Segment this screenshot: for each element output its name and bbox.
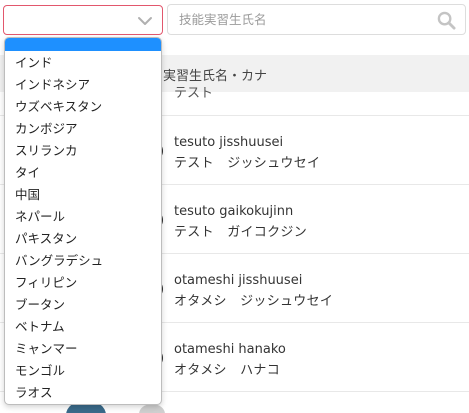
dropdown-option[interactable]: タイ	[5, 162, 161, 184]
dropdown-option[interactable]: ベトナム	[5, 316, 161, 338]
dropdown-option[interactable]: ウズベキスタン	[5, 96, 161, 118]
dropdown-option[interactable]: ラオス	[5, 382, 161, 404]
dropdown-option[interactable]: バングラデシュ	[5, 250, 161, 272]
trainee-name-kana: オタメシ ハナコ	[174, 363, 281, 378]
trainee-name-kana: オタメシ ジッシュウセイ	[174, 294, 334, 309]
dropdown-option[interactable]: ミャンマー	[5, 338, 161, 360]
country-dropdown-list[interactable]: インド インドネシア ウズベキスタン カンボジア スリランカ タイ 中国 ネパー…	[4, 37, 162, 405]
partial-row-text: テスト	[174, 86, 214, 101]
dropdown-option[interactable]: ブータン	[5, 294, 161, 316]
trainee-name-romaji: otameshi hanako	[174, 342, 286, 357]
dropdown-option[interactable]: ネパール	[5, 206, 161, 228]
dropdown-option[interactable]: カンボジア	[5, 118, 161, 140]
search-input[interactable]	[168, 5, 465, 34]
dropdown-option[interactable]: インドネシア	[5, 74, 161, 96]
search-box[interactable]	[167, 4, 466, 35]
trainee-name-kana: テスト ガイコクジン	[174, 225, 308, 240]
dropdown-option[interactable]: 中国	[5, 184, 161, 206]
trainee-name-kana: テスト ジッシュウセイ	[174, 156, 321, 171]
dropdown-option[interactable]: スリランカ	[5, 140, 161, 162]
trainee-name-romaji: tesuto gaikokujinn	[174, 204, 294, 219]
dropdown-option-empty[interactable]	[5, 38, 161, 51]
dropdown-option[interactable]: インド	[5, 52, 161, 74]
trainee-name-romaji: tesuto jisshuusei	[174, 135, 284, 150]
avatar	[139, 404, 165, 413]
dropdown-option[interactable]: パキスタン	[5, 228, 161, 250]
dropdown-option[interactable]: モンゴル	[5, 360, 161, 382]
trainee-name-romaji: otameshi jisshuusei	[174, 273, 303, 288]
chevron-down-icon	[138, 17, 152, 25]
search-icon[interactable]	[437, 11, 456, 30]
dropdown-option[interactable]: フィリピン	[5, 272, 161, 294]
country-select[interactable]	[3, 5, 163, 35]
